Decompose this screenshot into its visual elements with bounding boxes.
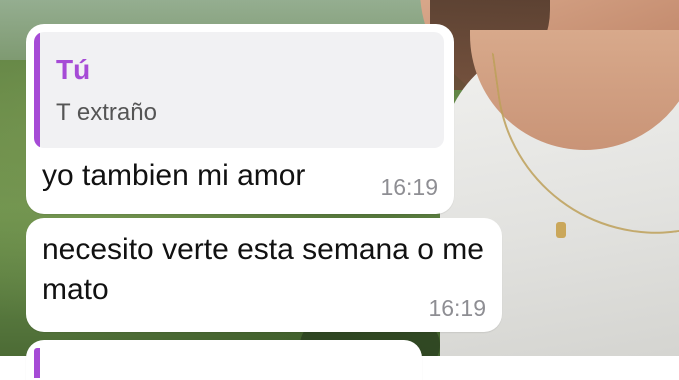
message-bubble-partial[interactable] bbox=[26, 340, 422, 380]
message-timestamp: 16:19 bbox=[380, 174, 438, 200]
message-text: yo tambien mi amor bbox=[42, 159, 306, 192]
reply-author: Tú bbox=[56, 54, 91, 85]
message-timestamp: 16:19 bbox=[428, 295, 486, 321]
message-bubble[interactable]: necesito verte esta semana o me mato 16:… bbox=[26, 218, 502, 332]
reply-accent-bar bbox=[34, 348, 40, 378]
message-bubble[interactable]: Tú T extraño yo tambien mi amor 16:19 bbox=[26, 24, 454, 214]
reply-quote[interactable]: Tú T extraño bbox=[34, 32, 444, 148]
wallpaper-pendant bbox=[556, 222, 566, 238]
reply-accent-bar bbox=[34, 32, 40, 148]
reply-quoted-text: T extraño bbox=[56, 99, 157, 126]
message-text: necesito verte esta semana o me mato bbox=[42, 233, 484, 306]
